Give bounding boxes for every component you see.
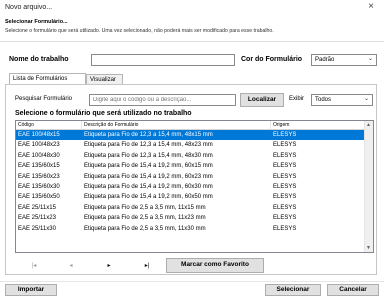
cell-code: EAE 25/11x23	[18, 215, 56, 222]
cell-code: EAE 135/60x50	[18, 194, 60, 201]
cell-description: Etiqueta para Fio de 15,4 a 19,2 mm, 60x…	[84, 163, 213, 170]
cell-code: EAE 135/60x15	[18, 163, 60, 170]
job-name-input[interactable]	[91, 54, 235, 66]
cell-code: EAE 100/48x30	[18, 152, 60, 159]
cell-code: EAE 100/48x15	[18, 132, 60, 138]
form-color-value: Padrão	[315, 57, 335, 63]
cell-description: Etiqueta para Fio de 15,4 a 19,2 mm, 60x…	[84, 184, 213, 190]
cell-origin: ELESYS	[273, 173, 297, 180]
cell-origin: ELESYS	[273, 184, 297, 190]
column-header-description[interactable]: Descrição do Formulário	[82, 121, 271, 129]
import-button-label: Importar	[17, 286, 45, 293]
show-label: Exibir	[289, 96, 305, 102]
table-row[interactable]: EAE 135/60x23 Etiqueta para Fio de 15,4 a…	[16, 172, 365, 182]
cell-description: Etiqueta para Fio de 2,5 a 3,5 mm, 11x23…	[84, 215, 206, 222]
select-button-label: Selecionar	[276, 286, 310, 293]
cell-origin: ELESYS	[273, 142, 297, 149]
previous-page-icon[interactable]: ◂	[63, 262, 79, 269]
table-row[interactable]: EAE 25/11x15 Etiqueta para Fio de 2,5 a 3…	[16, 203, 365, 213]
locate-button-label: Localizar	[247, 96, 277, 103]
scroll-down-icon[interactable]: ▼	[366, 245, 371, 251]
table-row[interactable]: EAE 100/48x23 Etiqueta para Fio de 12,3 a…	[16, 140, 365, 150]
cell-origin: ELESYS	[273, 194, 297, 201]
table-row[interactable]: EAE 25/11x30 Etiqueta para Fio de 2,5 a 3…	[16, 224, 365, 234]
dialog-subheading: Selecione o formulário que será utilizad…	[5, 28, 274, 34]
dialog-heading: Selecionar Formulário...	[5, 19, 68, 25]
search-label: Pesquisar Formulário	[15, 96, 73, 102]
table-row[interactable]: EAE 25/11x23 Etiqueta para Fio de 2,5 a 3…	[16, 213, 365, 223]
forms-table[interactable]: Código Descrição do Formulário Origem EA…	[15, 120, 374, 253]
locate-button[interactable]: Localizar	[240, 93, 284, 107]
close-icon[interactable]: ×	[366, 1, 376, 12]
cell-origin: ELESYS	[273, 132, 297, 138]
cell-origin: ELESYS	[273, 215, 297, 222]
cell-code: EAE 25/11x30	[18, 225, 56, 232]
cell-description: Etiqueta para Fio de 2,5 a 3,5 mm, 11x15…	[84, 204, 206, 211]
next-page-icon[interactable]: ▸	[101, 262, 117, 269]
table-row[interactable]: EAE 100/48x30 Etiqueta para Fio de 12,3 a…	[16, 151, 365, 161]
cancel-button[interactable]: Cancelar	[327, 284, 379, 296]
cell-description: Etiqueta para Fio de 12,3 a 15,4 mm, 48x…	[84, 152, 213, 159]
cancel-button-label: Cancelar	[339, 286, 367, 293]
table-header: Código Descrição do Formulário Origem	[16, 121, 365, 130]
import-button[interactable]: Importar	[5, 284, 57, 296]
cell-description: Etiqueta para Fio de 2,5 a 3,5 mm, 11x30…	[84, 225, 206, 232]
table-row[interactable]: EAE 135/60x15 Etiqueta para Fio de 15,4 a…	[16, 161, 365, 171]
show-filter-value: Todos	[315, 97, 332, 103]
form-color-label: Cor do Formulário	[241, 56, 303, 63]
vertical-scrollbar[interactable]: ▲ ▼	[364, 121, 373, 252]
cell-origin: ELESYS	[273, 163, 297, 170]
footer-divider	[0, 281, 384, 282]
search-input[interactable]	[89, 94, 236, 106]
header-divider	[0, 41, 384, 42]
table-row[interactable]: EAE 135/60x50 Etiqueta para Fio de 15,4 a…	[16, 192, 365, 202]
cell-origin: ELESYS	[273, 152, 297, 159]
cell-description: Etiqueta para Fio de 15,4 a 19,2 mm, 60x…	[84, 173, 213, 180]
cell-code: EAE 135/60x23	[18, 173, 60, 180]
cell-description: Etiqueta para Fio de 12,3 a 15,4 mm, 48x…	[84, 142, 213, 149]
cell-origin: ELESYS	[273, 204, 297, 211]
first-page-icon[interactable]: |◂	[26, 262, 42, 269]
form-color-select[interactable]: Padrão ⌄	[311, 54, 377, 66]
mark-favorite-button[interactable]: Marcar como Favorito	[166, 258, 264, 273]
cell-description: Etiqueta para Fio de 15,4 a 19,2 mm, 60x…	[84, 194, 213, 201]
window-title: Novo arquivo...	[5, 4, 53, 11]
chevron-down-icon: ⌄	[363, 96, 369, 102]
show-filter-select[interactable]: Todos ⌄	[311, 94, 373, 106]
cell-code: EAE 100/48x23	[18, 142, 60, 149]
chevron-down-icon: ⌄	[367, 56, 373, 62]
table-row[interactable]: EAE 135/60x30 Etiqueta para Fio de 15,4 a…	[16, 182, 365, 192]
cell-code: EAE 135/60x30	[18, 184, 60, 190]
cell-origin: ELESYS	[273, 225, 297, 232]
mark-favorite-label: Marcar como Favorito	[181, 261, 249, 268]
job-name-label: Nome do trabalho	[9, 56, 69, 63]
cell-description: Etiqueta para Fio de 12,3 a 15,4 mm, 48x…	[84, 132, 213, 138]
select-button[interactable]: Selecionar	[265, 284, 321, 296]
column-header-code[interactable]: Código	[16, 121, 82, 129]
list-title: Selecione o formulário que será utilizad…	[15, 110, 192, 117]
last-page-icon[interactable]: ▸|	[139, 262, 155, 269]
table-row[interactable]: EAE 100/48x15 Etiqueta para Fio de 12,3 a…	[16, 130, 365, 141]
cell-code: EAE 25/11x15	[18, 204, 56, 211]
column-header-origin[interactable]: Origem	[271, 121, 365, 129]
scroll-up-icon[interactable]: ▲	[366, 122, 371, 128]
